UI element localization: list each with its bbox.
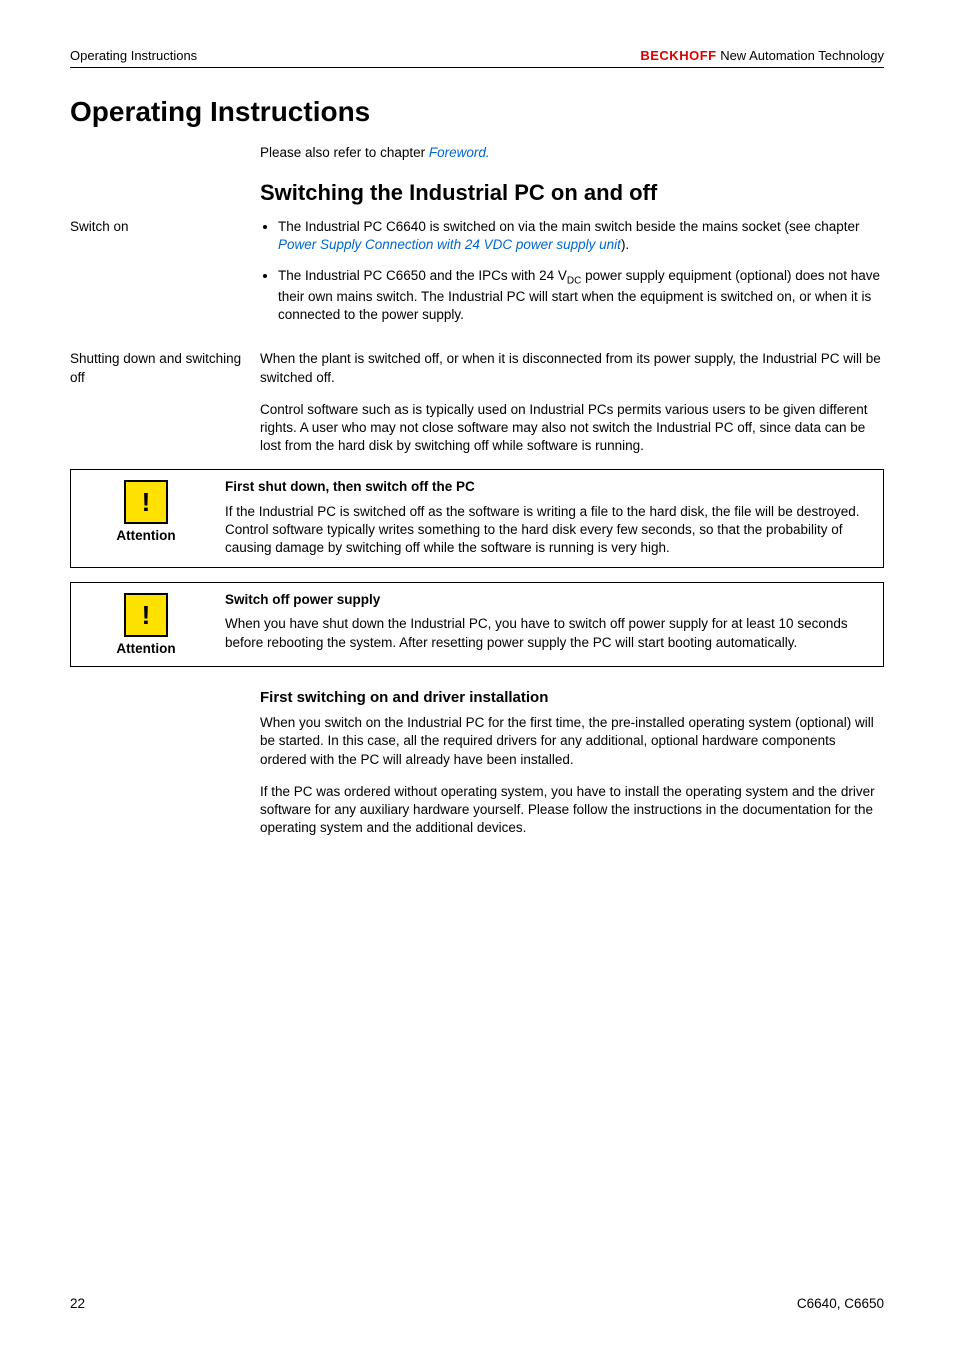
page-header: Operating Instructions BECKHOFF New Auto… (70, 48, 884, 68)
bullet1-post: ). (621, 237, 629, 252)
brand-tag: New Automation Technology (717, 48, 884, 63)
section-heading: Switching the Industrial PC on and off (260, 180, 884, 206)
page-title: Operating Instructions (70, 96, 884, 128)
sub-heading: First switching on and driver installati… (260, 689, 884, 706)
bullet1-link[interactable]: Power Supply Connection with 24 VDC powe… (278, 237, 621, 252)
list-item: The Industrial PC C6650 and the IPCs wit… (278, 267, 884, 325)
page-footer: 22 C6640, C6650 (70, 1296, 884, 1311)
attention-box-1: ! Attention First shut down, then switch… (70, 469, 884, 568)
intro-prefix: Please also refer to chapter (260, 145, 429, 160)
list-item: The Industrial PC C6640 is switched on v… (278, 218, 884, 254)
attention-icon: ! (124, 480, 168, 524)
first-p1: When you switch on the Industrial PC for… (260, 714, 884, 769)
brand-red: BECKHOFF (640, 48, 716, 63)
attention-body: Switch off power supply When you have sh… (221, 583, 883, 666)
attention-text: If the Industrial PC is switched off as … (225, 503, 871, 558)
shutting-row: Shutting down and switching off When the… (70, 350, 884, 455)
bullet2-sub: DC (567, 275, 581, 286)
attention-label: Attention (116, 641, 175, 656)
shutting-p2: Control software such as is typically us… (260, 401, 884, 456)
header-right: BECKHOFF New Automation Technology (640, 48, 884, 63)
shutting-label: Shutting down and switching off (70, 350, 260, 386)
attention-label: Attention (116, 528, 175, 543)
switch-on-list: The Industrial PC C6640 is switched on v… (260, 218, 884, 324)
attention-body: First shut down, then switch off the PC … (221, 470, 883, 567)
attention-icon: ! (124, 593, 168, 637)
switch-on-label: Switch on (70, 218, 260, 236)
switch-on-body: The Industrial PC C6640 is switched on v… (260, 218, 884, 336)
attention-icon-cell: ! Attention (71, 583, 221, 666)
shutting-p1: When the plant is switched off, or when … (260, 350, 884, 386)
attention-title: First shut down, then switch off the PC (225, 478, 871, 496)
attention-icon-cell: ! Attention (71, 470, 221, 567)
intro-line: Please also refer to chapter Foreword. (260, 144, 884, 162)
bullet1-pre: The Industrial PC C6640 is switched on v… (278, 219, 860, 234)
bullet2-pre: The Industrial PC C6650 and the IPCs wit… (278, 268, 567, 283)
footer-page-number: 22 (70, 1296, 85, 1311)
intro-link[interactable]: Foreword. (429, 145, 490, 160)
attention-title: Switch off power supply (225, 591, 871, 609)
header-left: Operating Instructions (70, 48, 197, 63)
exclamation-icon: ! (142, 602, 151, 628)
first-p2: If the PC was ordered without operating … (260, 783, 884, 838)
switch-on-row: Switch on The Industrial PC C6640 is swi… (70, 218, 884, 336)
attention-text: When you have shut down the Industrial P… (225, 615, 871, 651)
shutting-body: When the plant is switched off, or when … (260, 350, 884, 455)
footer-model: C6640, C6650 (797, 1296, 884, 1311)
exclamation-icon: ! (142, 489, 151, 515)
attention-box-2: ! Attention Switch off power supply When… (70, 582, 884, 667)
